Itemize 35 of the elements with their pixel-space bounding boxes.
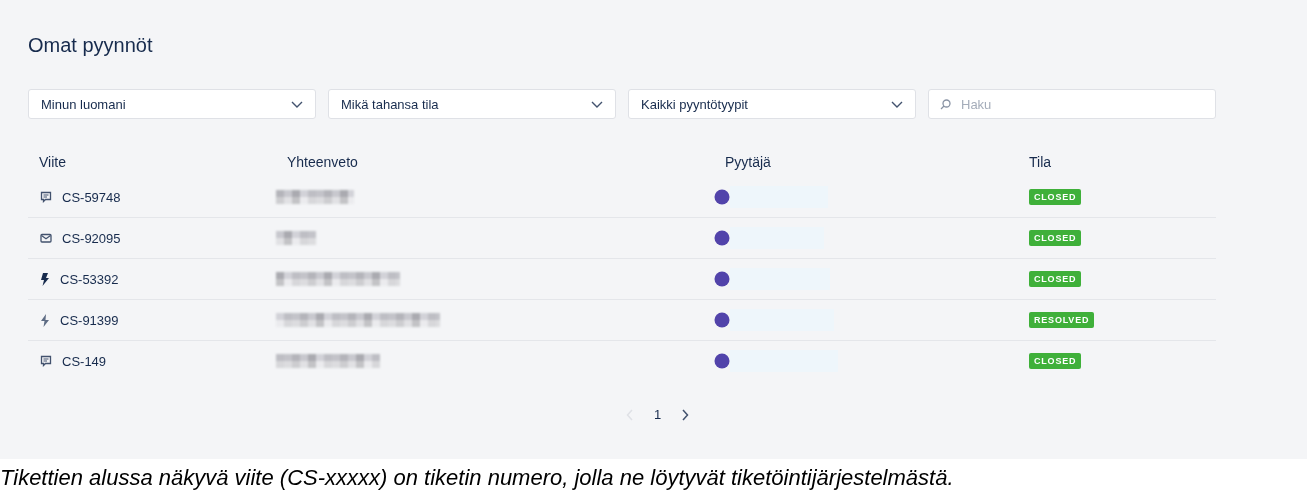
status-lozenge: CLOSED	[1029, 353, 1082, 369]
page-number[interactable]: 1	[653, 407, 662, 422]
ticket-reference[interactable]: CS-53392	[60, 271, 119, 287]
avatar-icon	[714, 189, 730, 205]
avatar-icon	[714, 230, 730, 246]
caption: Tikettien alussa näkyvä viite (CS-xxxxx) on tiketin numero, jolla ne löytyvät tiketöintijärjestelmästä.	[0, 464, 954, 491]
avatar-icon	[714, 312, 730, 328]
chevron-down-icon	[291, 100, 303, 108]
column-header: Tila	[1029, 154, 1052, 170]
dropdown[interactable]: Mikä tahansa tila	[328, 89, 616, 119]
avatar-icon	[714, 271, 730, 287]
status-lozenge: CLOSED	[1029, 271, 1082, 287]
ticket-reference[interactable]: CS-59748	[62, 189, 121, 205]
column-header: Viite	[39, 154, 66, 170]
ticket-reference[interactable]: CS-92095	[62, 230, 121, 246]
dropdown[interactable]: Kaikki pyyntötyypit	[628, 89, 916, 119]
column-header: Pyytäjä	[725, 154, 771, 170]
chevron-down-icon	[891, 100, 903, 108]
status-lozenge: CLOSED	[1029, 189, 1082, 205]
lightning-icon	[40, 272, 50, 286]
ticket-reference[interactable]: CS-149	[62, 353, 107, 369]
chat-icon	[40, 191, 52, 203]
page-title: Omat pyynnöt	[28, 33, 154, 58]
chat-icon	[40, 355, 52, 367]
mail-icon	[40, 232, 52, 244]
chevron-right-icon[interactable]	[681, 408, 690, 421]
ticket-reference[interactable]: CS-91399	[60, 312, 119, 328]
lightning-icon	[40, 313, 50, 327]
search-field[interactable]: Haku	[928, 89, 1216, 119]
avatar-icon	[714, 353, 730, 369]
dropdown[interactable]: Minun luomani	[28, 89, 316, 119]
chevron-down-icon	[591, 100, 603, 108]
column-header: Yhteenveto	[287, 154, 358, 170]
status-lozenge: CLOSED	[1029, 230, 1082, 246]
status-lozenge: RESOLVED	[1029, 312, 1095, 328]
